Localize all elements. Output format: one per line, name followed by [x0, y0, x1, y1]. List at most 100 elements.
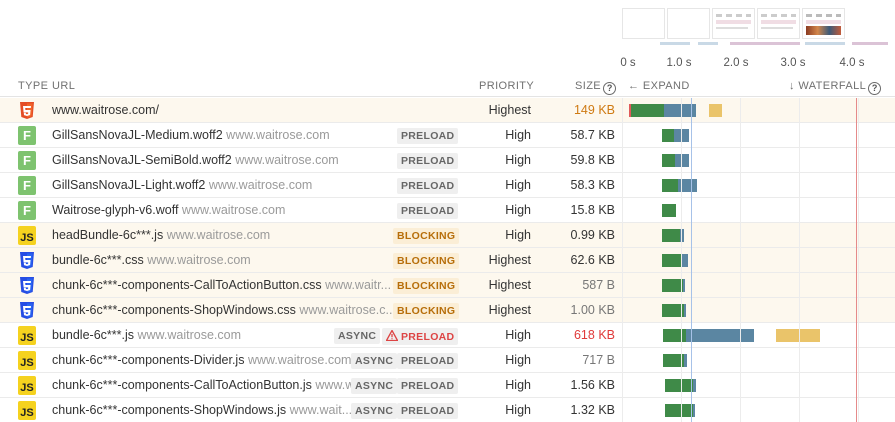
waterfall-bar[interactable] — [683, 279, 685, 292]
filmstrip-frame[interactable] — [757, 8, 800, 39]
help-icon[interactable]: ? — [603, 82, 617, 95]
col-priority[interactable]: PRIORITY — [479, 80, 534, 92]
request-url[interactable]: chunk-6c***-components-ShopWindows.js ww… — [52, 403, 352, 417]
request-priority: Highest — [488, 103, 531, 117]
col-url[interactable]: URL — [52, 80, 75, 92]
request-row[interactable]: chunk-6c***-components-CallToActionButto… — [0, 273, 895, 298]
request-row[interactable]: www.waitrose.com/Highest 149 KB — [0, 98, 895, 123]
request-url[interactable]: chunk-6c***-components-ShopWindows.css w… — [52, 303, 396, 317]
request-size: 59.8 KB — [570, 153, 615, 167]
waterfall-bar[interactable] — [680, 229, 684, 242]
waterfall-bar[interactable] — [665, 404, 693, 417]
waterfall-bar[interactable] — [686, 329, 754, 342]
request-url[interactable]: Waitrose-glyph-v6.woff www.waitrose.com — [52, 203, 285, 217]
request-url[interactable]: headBundle-6c***.js www.waitrose.com — [52, 228, 270, 242]
help-icon[interactable]: ? — [868, 82, 882, 95]
loading-progress-strip — [620, 42, 890, 46]
request-size: 15.8 KB — [570, 203, 615, 217]
request-url[interactable]: bundle-6c***.css www.waitrose.com — [52, 253, 251, 267]
request-url[interactable]: GillSansNovaJL-SemiBold.woff2 www.waitro… — [52, 153, 339, 167]
waterfall-bar[interactable] — [675, 154, 689, 167]
waterfall-bar[interactable] — [664, 104, 696, 117]
badge-label: BLOCKING — [397, 255, 456, 267]
request-size: 62.6 KB — [570, 253, 615, 267]
waterfall-bar[interactable] — [662, 204, 676, 217]
request-row[interactable]: F GillSansNovaJL-Medium.woff2 www.waitros… — [0, 123, 895, 148]
waterfall-bar[interactable] — [678, 179, 697, 192]
waterfall-bar[interactable] — [662, 254, 682, 267]
waterfall-bar[interactable] — [674, 129, 689, 142]
col-type[interactable]: TYPE — [18, 80, 48, 92]
preload-warning-badge: PRELOAD — [382, 328, 459, 345]
waterfall-bar[interactable] — [662, 179, 678, 192]
request-url[interactable]: GillSansNovaJL-Medium.woff2 www.waitrose… — [52, 128, 330, 142]
request-row[interactable]: JS bundle-6c***.js www.waitrose.com ASYNC P… — [0, 323, 895, 348]
request-domain: www.wait... — [289, 403, 353, 417]
request-row[interactable]: JS headBundle-6c***.js www.waitrose.com BL… — [0, 223, 895, 248]
request-size: 149 KB — [573, 103, 615, 117]
request-row[interactable]: F Waitrose-glyph-v6.woff www.waitrose.com… — [0, 198, 895, 223]
request-row[interactable]: JS chunk-6c***-components-Divider.js www.… — [0, 348, 895, 373]
preload-badge: PRELOAD — [397, 353, 459, 369]
filmstrip-frame[interactable] — [712, 8, 755, 39]
filmstrip-frame[interactable] — [622, 8, 665, 39]
time-tick: 2.0 s — [723, 57, 749, 69]
request-url[interactable]: chunk-6c***-components-CallToActionButto… — [52, 278, 391, 292]
waterfall-bar[interactable] — [662, 304, 684, 317]
waterfall-bar[interactable] — [662, 229, 680, 242]
waterfall-sort[interactable]: ↓ WATERFALL? — [789, 80, 882, 95]
request-filename: GillSansNovaJL-Medium.woff2 — [52, 128, 223, 142]
request-list: www.waitrose.com/Highest 149 KB F GillSansN… — [0, 98, 895, 422]
waterfall-bar[interactable] — [662, 154, 675, 167]
request-priority: High — [505, 178, 531, 192]
async-badge: ASYNC — [351, 403, 398, 419]
waterfall-bar[interactable] — [693, 404, 695, 417]
filmstrip-frame[interactable] — [802, 8, 845, 39]
waterfall-bar[interactable] — [684, 304, 686, 317]
waterfall-bar[interactable] — [776, 329, 820, 342]
waterfall-bar[interactable] — [663, 329, 686, 342]
font-icon: F — [18, 126, 36, 145]
col-size[interactable]: SIZE? — [575, 80, 617, 95]
request-filename: bundle-6c***.js — [52, 328, 134, 342]
request-row[interactable]: bundle-6c***.css www.waitrose.com BLOCKIN… — [0, 248, 895, 273]
badge-label: ASYNC — [338, 330, 377, 342]
request-row[interactable]: JS chunk-6c***-components-ShopWindows.js … — [0, 398, 895, 422]
time-tick: 1.0 s — [666, 57, 692, 69]
request-url[interactable]: www.waitrose.com/ — [52, 103, 159, 117]
expand-button[interactable]: ← EXPAND — [628, 80, 690, 92]
request-url[interactable]: bundle-6c***.js www.waitrose.com — [52, 328, 241, 342]
request-row[interactable]: F GillSansNovaJL-SemiBold.woff2 www.waitr… — [0, 148, 895, 173]
font-icon: F — [18, 151, 36, 170]
waterfall-bar[interactable] — [662, 279, 683, 292]
request-row[interactable]: chunk-6c***-components-ShopWindows.css w… — [0, 298, 895, 323]
request-priority: Highest — [488, 253, 531, 267]
request-domain: www.waitrose.com — [208, 178, 313, 192]
preload-badge: PRELOAD — [397, 178, 459, 194]
filmstrip-frame[interactable] — [667, 8, 710, 39]
request-priority: High — [505, 328, 531, 342]
waterfall-bar[interactable] — [631, 104, 664, 117]
waterfall-bar[interactable] — [662, 129, 674, 142]
request-priority: High — [505, 353, 531, 367]
waterfall-bar[interactable] — [663, 354, 684, 367]
request-row[interactable]: JS chunk-6c***-components-CallToActionBut… — [0, 373, 895, 398]
col-size-label: SIZE — [575, 80, 602, 92]
request-size: 618 KB — [573, 328, 615, 342]
waterfall-bar[interactable] — [684, 354, 687, 367]
waterfall-bar[interactable] — [682, 254, 688, 267]
request-priority: Highest — [488, 278, 531, 292]
request-url[interactable]: GillSansNovaJL-Light.woff2 www.waitrose.… — [52, 178, 312, 192]
time-tick: 0 s — [620, 57, 636, 69]
badge-label: BLOCKING — [397, 230, 456, 242]
html5-icon — [18, 101, 36, 120]
waterfall-bar[interactable] — [709, 104, 722, 117]
request-row[interactable]: F GillSansNovaJL-Light.woff2 www.waitrose… — [0, 173, 895, 198]
request-priority: Highest — [488, 303, 531, 317]
waterfall-bar[interactable] — [665, 379, 693, 392]
request-domain: www.waitrose.c... — [299, 303, 396, 317]
waterfall-bar[interactable] — [693, 379, 696, 392]
js-icon: JS — [18, 326, 36, 345]
request-url[interactable]: chunk-6c***-components-Divider.js www.wa… — [52, 353, 351, 367]
badge-label: BLOCKING — [397, 280, 456, 292]
